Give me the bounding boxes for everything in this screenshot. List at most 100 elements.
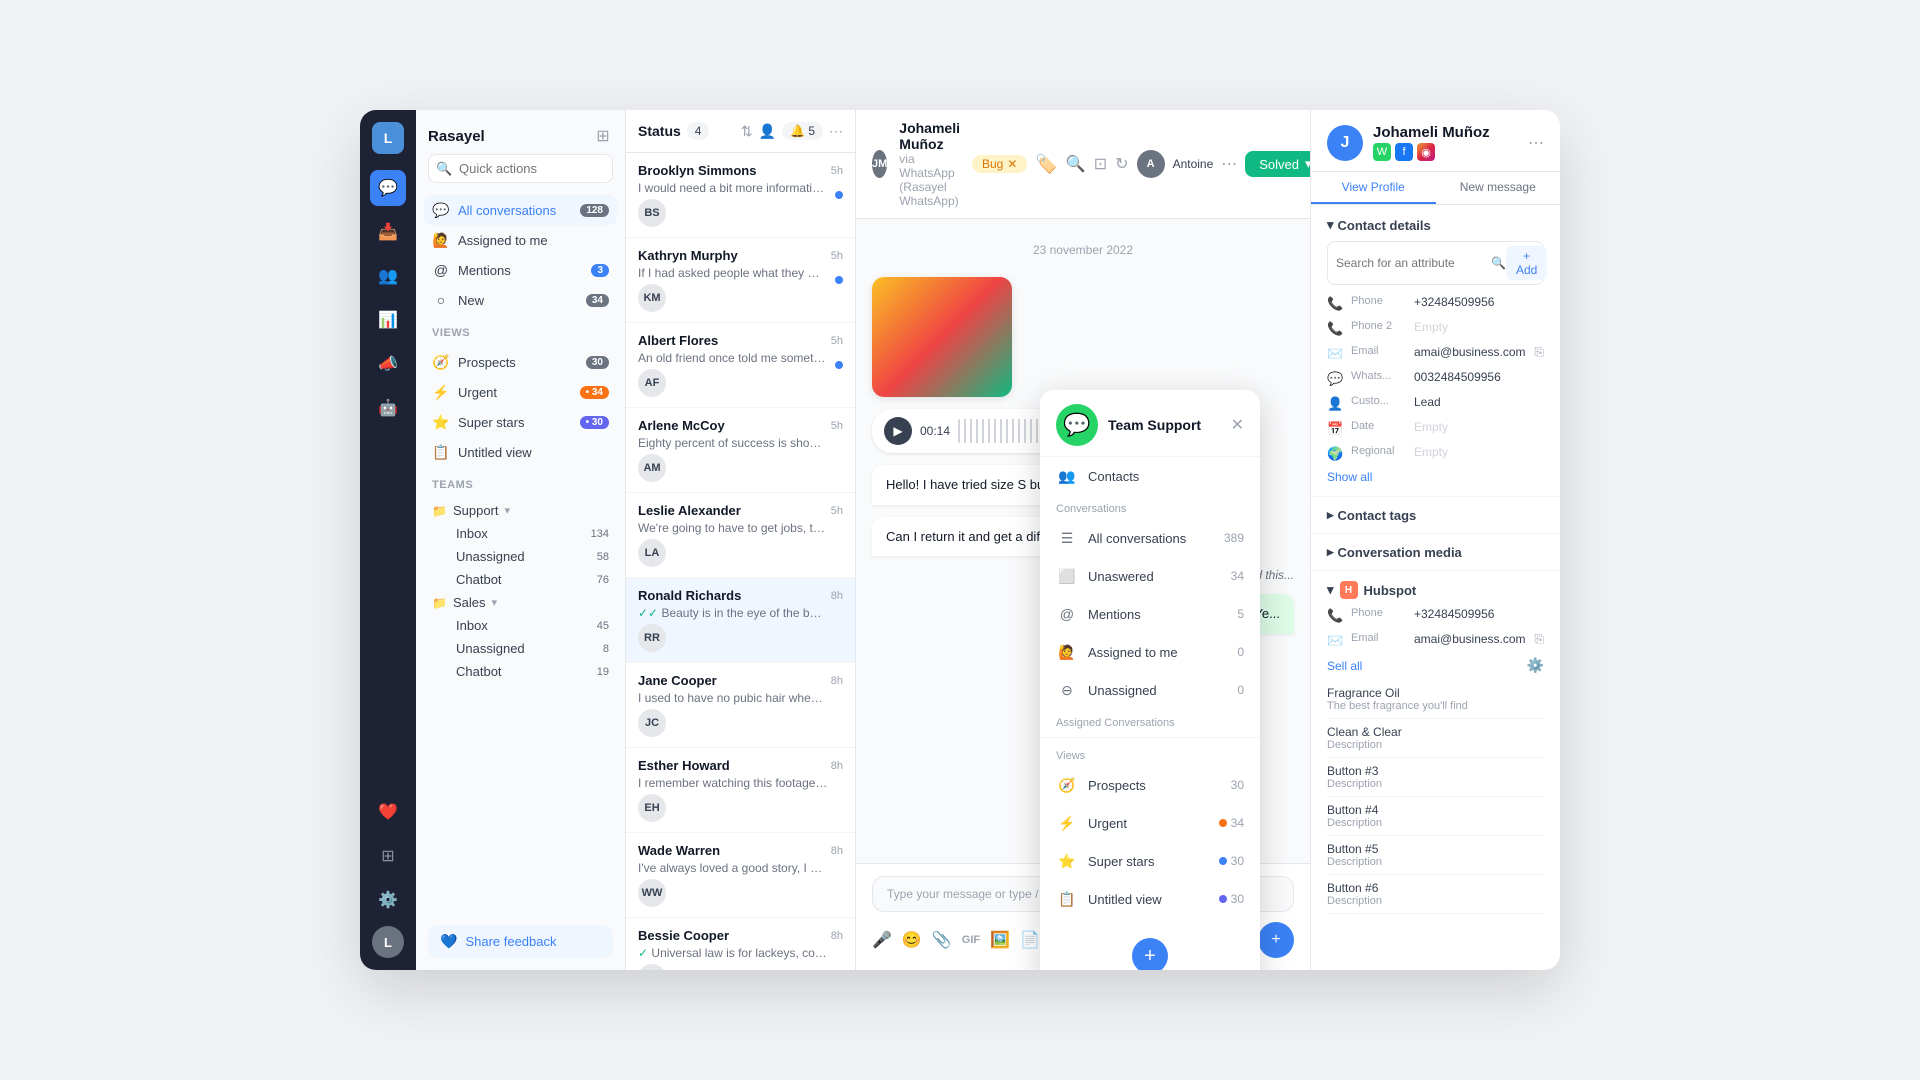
hubspot-logo-icon: H	[1340, 581, 1358, 599]
sub-item-support-inbox[interactable]: Inbox 134	[424, 522, 617, 545]
conv-item-ronald[interactable]: Ronald Richards 8h ✓✓ Beauty is in the e…	[626, 578, 855, 663]
sub-item-support-unassigned[interactable]: Unassigned 58	[424, 545, 617, 568]
sub-item-sales-unassigned[interactable]: Unassigned 8	[424, 637, 617, 660]
play-button[interactable]: ▶	[884, 417, 912, 445]
add-attribute-button[interactable]: + Add	[1506, 246, 1547, 280]
more-icon[interactable]: ⋯	[829, 123, 843, 140]
contact-details-header[interactable]: ▾ Contact details	[1327, 217, 1544, 233]
sidebar-icon-campaigns[interactable]: 📣	[370, 346, 406, 382]
hubspot-phone-row: 📞 Phone +32484509956	[1327, 607, 1544, 624]
mic-icon[interactable]: 🎤	[872, 930, 892, 950]
team-item-support[interactable]: 📁 Support ▾	[424, 499, 617, 522]
dropdown-urgent[interactable]: ⚡ Urgent 34	[1040, 804, 1260, 842]
sidebar-icon-inbox[interactable]: 📥	[370, 214, 406, 250]
sidebar-icon-chat[interactable]: 💬	[370, 170, 406, 206]
nav-item-new[interactable]: ○ New 34	[424, 285, 617, 315]
sell-all-button[interactable]: Sell all	[1327, 659, 1362, 673]
filter-icon[interactable]: ⇅	[741, 123, 753, 140]
sub-item-sales-inbox[interactable]: Inbox 45	[424, 614, 617, 637]
dropdown-all-conversations[interactable]: ☰ All conversations 389	[1040, 519, 1260, 557]
product-name: Button #6	[1327, 881, 1544, 895]
copy-hs-email-icon[interactable]: ⎘	[1534, 632, 1544, 647]
dropdown-assigned-to-me[interactable]: 🙋 Assigned to me 0	[1040, 633, 1260, 671]
person-icon[interactable]: 👤	[759, 123, 776, 140]
duplicate-icon[interactable]: ⊡	[1094, 154, 1107, 174]
conv-item-albert[interactable]: Albert Flores 5h An old friend once told…	[626, 323, 855, 408]
label-icon[interactable]: 🏷️	[1035, 154, 1057, 175]
sales-inbox-label: Inbox	[456, 618, 488, 633]
hubspot-header[interactable]: ▾ H Hubspot	[1327, 581, 1544, 599]
conv-item-leslie[interactable]: Leslie Alexander 5h We're going to have …	[626, 493, 855, 578]
conv-item-esther[interactable]: Esther Howard 8h I remember watching thi…	[626, 748, 855, 833]
copy-email-icon[interactable]: ⎘	[1534, 345, 1544, 360]
emoji-icon[interactable]: 😊	[902, 930, 922, 950]
sidebar-user-avatar[interactable]: L	[372, 926, 404, 958]
dropdown-close-button[interactable]: ✕	[1231, 415, 1244, 435]
hs-settings-icon[interactable]: ⚙️	[1527, 657, 1544, 674]
tab-view-profile[interactable]: View Profile	[1311, 172, 1436, 204]
more-options-icon[interactable]: ⋯	[1221, 154, 1237, 174]
mentions-icon: @	[432, 261, 450, 279]
dropdown-mentions[interactable]: @ Mentions 5	[1040, 595, 1260, 633]
dropdown-contacts-item[interactable]: 👥 Contacts	[1040, 457, 1260, 495]
dropdown-prospects[interactable]: 🧭 Prospects 30	[1040, 766, 1260, 804]
conv-item-bessie[interactable]: Bessie Cooper 8h ✓ Universal law is for …	[626, 918, 855, 970]
dropdown-unanswered[interactable]: ⬜ Unaswered 34	[1040, 557, 1260, 595]
more-options-right-icon[interactable]: ⋯	[1528, 133, 1544, 153]
gif-icon[interactable]: GIF	[962, 934, 980, 946]
refresh-icon[interactable]: ↻	[1115, 154, 1128, 174]
nav-item-super-stars[interactable]: ⭐ Super stars • 30	[424, 407, 617, 437]
conv-item-kathryn[interactable]: Kathryn Murphy 5h If I had asked people …	[626, 238, 855, 323]
nav-item-urgent[interactable]: ⚡ Urgent • 34	[424, 377, 617, 407]
sub-item-support-chatbot[interactable]: Chatbot 76	[424, 568, 617, 591]
all-conversations-badge: 128	[580, 204, 609, 217]
document-icon[interactable]: 📄	[1020, 930, 1040, 950]
whatsapp-icon: 💬	[1327, 371, 1343, 387]
dropdown-untitled-view[interactable]: 📋 Untitled view 30	[1040, 880, 1260, 918]
attach-icon[interactable]: 📎	[932, 930, 952, 950]
contact-tags-header[interactable]: ▸ Contact tags	[1327, 507, 1544, 523]
attribute-search-input[interactable]	[1336, 256, 1491, 270]
tab-new-message[interactable]: New message	[1436, 172, 1561, 204]
nav-item-prospects[interactable]: 🧭 Prospects 30	[424, 347, 617, 377]
bug-tag-badge[interactable]: Bug ✕	[972, 155, 1027, 173]
conv-avatar: AF	[638, 369, 666, 397]
sidebar-icon-contacts[interactable]: 👥	[370, 258, 406, 294]
show-all-button[interactable]: Show all	[1327, 470, 1544, 484]
conv-list-title: Status	[638, 123, 681, 139]
sidebar-icon-bot[interactable]: 🤖	[370, 390, 406, 426]
urgent-badge: • 34	[580, 386, 609, 399]
team-item-sales[interactable]: 📁 Sales ▾	[424, 591, 617, 614]
nav-item-assigned-to-me[interactable]: 🙋 Assigned to me	[424, 225, 617, 255]
chevron-down-icon: ▾	[1327, 217, 1334, 233]
add-view-row: +	[1040, 918, 1260, 970]
nav-item-all-conversations[interactable]: 💬 All conversations 128	[424, 195, 617, 225]
sidebar-icon-settings[interactable]: ⚙️	[370, 882, 406, 918]
nav-item-mentions[interactable]: @ Mentions 3	[424, 255, 617, 285]
layout-icon[interactable]: ⊞	[593, 126, 613, 146]
sub-item-sales-chatbot[interactable]: Chatbot 19	[424, 660, 617, 683]
conv-item-wade[interactable]: Wade Warren 8h I've always loved a good …	[626, 833, 855, 918]
conv-time: 5h	[831, 505, 843, 517]
image-icon[interactable]: 🖼️	[990, 930, 1010, 950]
conv-time: 8h	[831, 675, 843, 687]
nav-item-untitled-view[interactable]: 📋 Untitled view	[424, 437, 617, 467]
conv-preview: We're going to have to get jobs, to cove…	[638, 521, 828, 535]
tag-close-button[interactable]: ✕	[1007, 157, 1017, 171]
dropdown-super-stars[interactable]: ⭐ Super stars 30	[1040, 842, 1260, 880]
conversation-media-header[interactable]: ▸ Conversation media	[1327, 544, 1544, 560]
sidebar-icon-analytics[interactable]: 📊	[370, 302, 406, 338]
conv-item-arlene[interactable]: Arlene McCoy 5h Eighty percent of succes…	[626, 408, 855, 493]
product-fragrance: Fragrance Oil The best fragrance you'll …	[1327, 680, 1544, 719]
share-feedback-button[interactable]: 💙 Share feedback	[428, 925, 613, 958]
quick-actions-input[interactable]	[428, 154, 613, 183]
conv-item-jane[interactable]: Jane Cooper 8h I used to have no pubic h…	[626, 663, 855, 748]
untitled-dd-icon: 📋	[1056, 888, 1078, 910]
conv-item-brooklyn[interactable]: Brooklyn Simmons 5h I would need a bit m…	[626, 153, 855, 238]
sidebar-icon-favorite[interactable]: ❤️	[370, 794, 406, 830]
send-button[interactable]: +	[1258, 922, 1294, 958]
dropdown-unassigned[interactable]: ⊖ Unassigned 0	[1040, 671, 1260, 709]
sidebar-icon-grid[interactable]: ⊞	[370, 838, 406, 874]
add-view-button[interactable]: +	[1132, 938, 1168, 970]
search-chat-icon[interactable]: 🔍	[1066, 154, 1086, 174]
